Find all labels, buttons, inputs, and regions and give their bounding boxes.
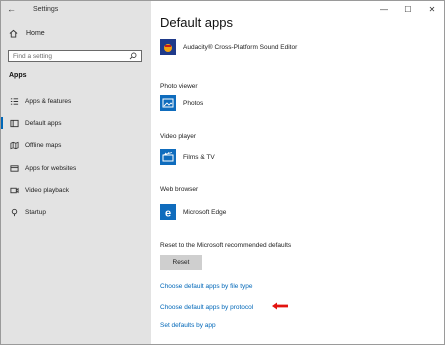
app-name: Microsoft Edge bbox=[183, 208, 227, 216]
sidebar-item-apps-for-websites[interactable]: Apps for websites bbox=[1, 157, 151, 179]
apps-list-icon bbox=[9, 96, 19, 106]
website-icon bbox=[9, 163, 19, 173]
link-set-defaults-by-app[interactable]: Set defaults by app bbox=[160, 322, 216, 329]
red-arrow-annotation-icon bbox=[272, 302, 288, 310]
svg-text:e: e bbox=[165, 207, 171, 219]
settings-window: ← Settings Home Find a setting Apps Apps… bbox=[0, 0, 445, 345]
reset-description: Reset to the Microsoft recommended defau… bbox=[160, 242, 292, 249]
map-icon bbox=[9, 141, 19, 151]
maximize-button[interactable]: ☐ bbox=[396, 1, 420, 17]
sidebar-nav: Apps & features Default apps Offline map… bbox=[1, 90, 151, 224]
audacity-icon bbox=[160, 39, 176, 55]
default-apps-icon bbox=[9, 118, 19, 128]
home-nav-item[interactable]: Home bbox=[9, 29, 45, 38]
link-choose-by-file-type[interactable]: Choose default apps by file type bbox=[160, 283, 253, 290]
back-arrow-icon[interactable]: ← bbox=[7, 4, 21, 14]
section-heading-apps: Apps bbox=[9, 72, 27, 79]
sidebar-item-default-apps[interactable]: Default apps bbox=[1, 112, 151, 134]
films-tv-icon bbox=[160, 149, 176, 165]
search-icon[interactable] bbox=[129, 52, 137, 60]
sidebar-item-label: Startup bbox=[25, 209, 46, 217]
link-choose-by-protocol[interactable]: Choose default apps by protocol bbox=[160, 304, 253, 311]
video-player-label: Video player bbox=[160, 133, 197, 140]
sidebar-item-startup[interactable]: Startup bbox=[1, 201, 151, 223]
reset-button[interactable]: Reset bbox=[160, 255, 202, 270]
sidebar-item-label: Apps for websites bbox=[25, 164, 77, 172]
minimize-button[interactable]: — bbox=[372, 1, 396, 17]
sidebar-item-label: Apps & features bbox=[25, 97, 72, 105]
edge-icon: e bbox=[160, 204, 176, 220]
window-title: Settings bbox=[33, 5, 59, 13]
home-icon bbox=[9, 29, 18, 38]
search-placeholder: Find a setting bbox=[13, 52, 53, 60]
page-title: Default apps bbox=[160, 15, 233, 30]
search-input[interactable]: Find a setting bbox=[8, 50, 142, 62]
web-browser-label: Web browser bbox=[160, 186, 199, 193]
main-content: — ☐ ✕ Default apps Audacity® Cross-Platf… bbox=[151, 1, 444, 344]
photo-viewer-button[interactable]: Photos bbox=[160, 95, 203, 111]
sidebar-item-video-playback[interactable]: Video playback bbox=[1, 179, 151, 201]
close-button[interactable]: ✕ bbox=[420, 1, 444, 17]
photo-viewer-label: Photo viewer bbox=[160, 83, 198, 90]
title-bar: ← Settings bbox=[1, 1, 151, 17]
sidebar-item-label: Default apps bbox=[25, 119, 62, 127]
sidebar-item-offline-maps[interactable]: Offline maps bbox=[1, 135, 151, 157]
web-browser-button[interactable]: e Microsoft Edge bbox=[160, 204, 226, 220]
sidebar: ← Settings Home Find a setting Apps Apps… bbox=[1, 1, 151, 344]
app-name: Films & TV bbox=[183, 153, 215, 161]
default-app-entry-audacity[interactable]: Audacity® Cross-Platform Sound Editor bbox=[160, 39, 297, 55]
window-controls: — ☐ ✕ bbox=[372, 1, 444, 17]
sidebar-item-label: Video playback bbox=[25, 186, 69, 194]
startup-icon bbox=[9, 208, 19, 218]
sidebar-item-apps-features[interactable]: Apps & features bbox=[1, 90, 151, 112]
home-label: Home bbox=[26, 30, 45, 37]
app-name: Audacity® Cross-Platform Sound Editor bbox=[183, 43, 298, 51]
sidebar-item-label: Offline maps bbox=[25, 142, 62, 150]
app-name: Photos bbox=[183, 99, 204, 107]
video-icon bbox=[9, 185, 19, 195]
photos-icon bbox=[160, 95, 176, 111]
video-player-button[interactable]: Films & TV bbox=[160, 149, 215, 165]
